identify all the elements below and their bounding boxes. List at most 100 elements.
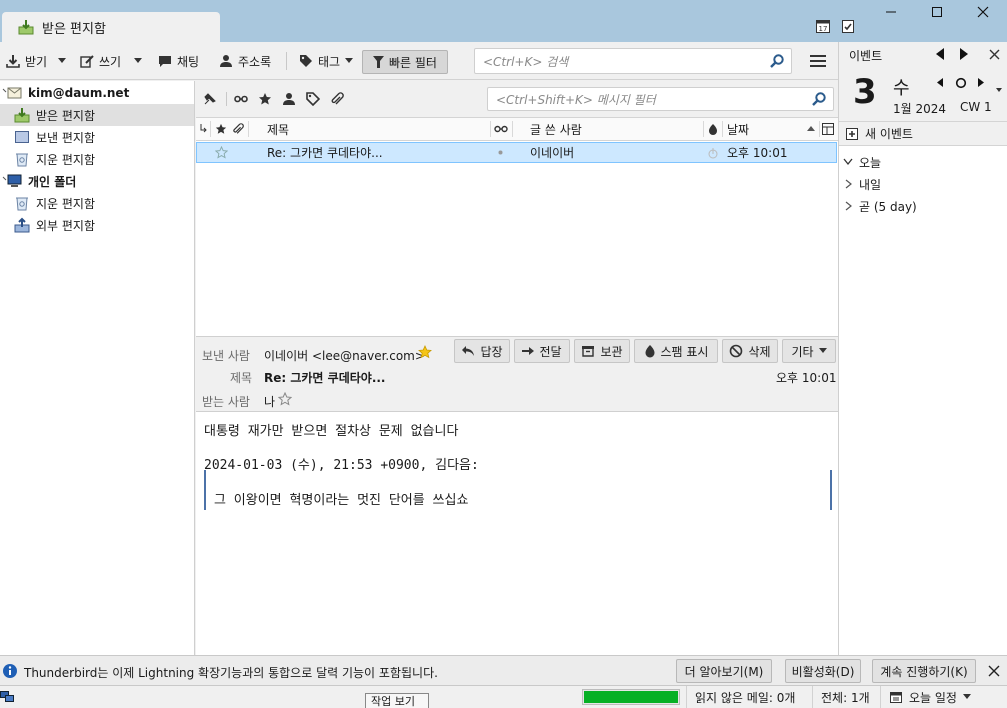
local-folders-label: 개인 폴더 [28,174,77,189]
today-pane-toggle[interactable]: 오늘 일정 [880,686,1007,708]
tab-inbox[interactable]: 받은 편지함 [2,12,220,42]
keep-button[interactable]: 계속 진행하기(K) [872,659,976,683]
online-status-icon[interactable] [0,689,14,703]
app-menu-button[interactable] [806,50,830,72]
column-separator [490,121,491,137]
junk-status-icon[interactable] [707,143,719,162]
new-event-icon [845,127,859,141]
get-messages-button[interactable]: 받기 [2,50,51,72]
message-row[interactable]: Re: 그카면 쿠데타야... 이네이버 오후 10:01 [196,142,837,163]
status-bar: 작업 보기 읽지 않은 메일: 0개 전체: 1개 오늘 일정 [0,686,1007,708]
tasks-tab-icon[interactable] [840,18,856,34]
today-button[interactable] [955,77,967,89]
get-messages-dropdown[interactable] [54,50,70,72]
subject-value: Re: 그카면 쿠데타야... [264,371,386,385]
minimize-button[interactable] [868,0,914,24]
read-status-icon[interactable] [498,143,503,162]
star-filter-icon[interactable] [258,92,272,106]
hamburger-icon [810,54,826,68]
quick-filter-label: 빠른 필터 [389,55,437,70]
new-event-button[interactable]: 새 이벤트 [839,122,1007,146]
quick-filter-button[interactable]: 빠른 필터 [362,50,448,74]
reply-button[interactable]: 답장 [454,339,510,363]
column-picker-icon[interactable] [822,118,834,140]
calendar-tab-icon[interactable]: 17 [815,18,831,34]
prev-view-button[interactable] [935,48,945,60]
write-dropdown[interactable] [130,50,146,72]
dropdown-arrow-icon [818,348,827,354]
forward-button[interactable]: 전달 [514,339,570,363]
address-book-label: 주소록 [238,54,272,69]
toolbar-separator [286,52,287,70]
tag-icon [299,54,313,68]
archive-button[interactable]: 보관 [574,339,630,363]
from-value[interactable]: 이네이버 <lee@naver.com> [264,347,425,364]
folder-local-trash[interactable]: 지운 편지함 [0,192,194,214]
close-pane-button[interactable] [989,49,1000,60]
unread-filter-icon[interactable] [234,92,248,106]
folder-sent[interactable]: 보낸 편지함 [0,126,194,148]
local-folders-icon [2,173,22,189]
tag-filter-icon[interactable] [306,92,320,106]
column-separator [248,121,249,137]
thread-column-icon[interactable] [200,118,208,140]
next-day-button[interactable] [978,78,984,87]
mark-junk-button[interactable]: 스팸 표시 [634,339,718,363]
message-subject: Re: 그카면 쿠데타야... [267,146,383,160]
maximize-button[interactable] [914,0,960,24]
attachment-column-icon[interactable] [232,118,244,140]
author-column-header[interactable]: 글 쓴 사람 [530,118,582,140]
today-pane-label: 오늘 일정 [909,690,957,705]
inbox-icon [14,107,30,123]
star-icon[interactable] [418,345,432,359]
column-separator [210,121,211,137]
disable-button[interactable]: 비활성화(D) [785,659,861,683]
folder-pane: kim@daum.net 받은 편지함 보낸 편지함 지운 편지함 개인 폴더 … [0,81,195,655]
outbox-icon [14,217,30,233]
learn-more-label: 더 알아보기(M) [684,664,764,679]
quoted-text: 그 이왕이면 혁명이라는 멋진 단어를 쓰십쇼 [214,493,469,508]
to-value[interactable]: 나 [264,393,275,410]
folder-account[interactable]: kim@daum.net [0,82,194,104]
agenda-tomorrow[interactable]: 내일 [843,174,881,194]
star-icon[interactable] [215,143,228,162]
learn-more-button[interactable]: 더 알아보기(M) [676,659,772,683]
sticky-pin-icon[interactable] [202,91,218,107]
read-column-icon[interactable] [494,118,508,140]
chat-button[interactable]: 채팅 [154,50,203,72]
tag-button[interactable]: 태그 [295,50,357,72]
reply-icon [461,345,475,357]
message-filter-input[interactable]: <Ctrl+Shift+K> 메시지 필터 [487,87,834,111]
thread-list: Re: 그카면 쿠데타야... 이네이버 오후 10:01 [196,141,838,336]
star-column-icon[interactable] [215,118,227,140]
folder-inbox[interactable]: 받은 편지함 [0,104,194,126]
agenda-soon[interactable]: 곧 (5 day) [843,196,917,216]
agenda-label: 내일 [859,177,882,192]
close-window-button[interactable] [960,0,1006,24]
attachment-filter-icon[interactable] [330,92,344,106]
prev-day-button[interactable] [937,78,943,87]
global-search-input[interactable]: <Ctrl+K> 검색 [474,48,792,74]
dropdown-arrow-icon [345,58,354,64]
delete-button[interactable]: 삭제 [722,339,778,363]
dropdown-arrow-icon [58,58,66,64]
main-toolbar: 받기 쓰기 채팅 주소록 태그 빠른 필터 <Ctrl+K> 검색 [0,42,838,80]
folder-trash[interactable]: 지운 편지함 [0,148,194,170]
address-book-button[interactable]: 주소록 [215,50,275,72]
new-event-label: 새 이벤트 [865,127,913,141]
account-name: kim@daum.net [28,86,130,100]
next-view-button[interactable] [959,48,969,60]
subject-column-header[interactable]: 제목 [267,118,289,140]
chevron-down-icon [843,158,853,166]
close-notification-button[interactable] [988,665,1000,677]
date-column-header[interactable]: 날짜 [727,118,749,140]
write-button[interactable]: 쓰기 [76,50,125,72]
contact-filter-icon[interactable] [282,92,296,106]
other-actions-button[interactable]: 기타 [782,339,836,363]
more-options-icon[interactable] [996,88,1002,92]
agenda-today[interactable]: 오늘 [843,152,881,172]
junk-column-icon[interactable] [707,118,719,140]
folder-local[interactable]: 개인 폴더 [0,170,194,192]
star-outline-icon[interactable] [278,392,292,406]
folder-outbox[interactable]: 외부 편지함 [0,214,194,236]
